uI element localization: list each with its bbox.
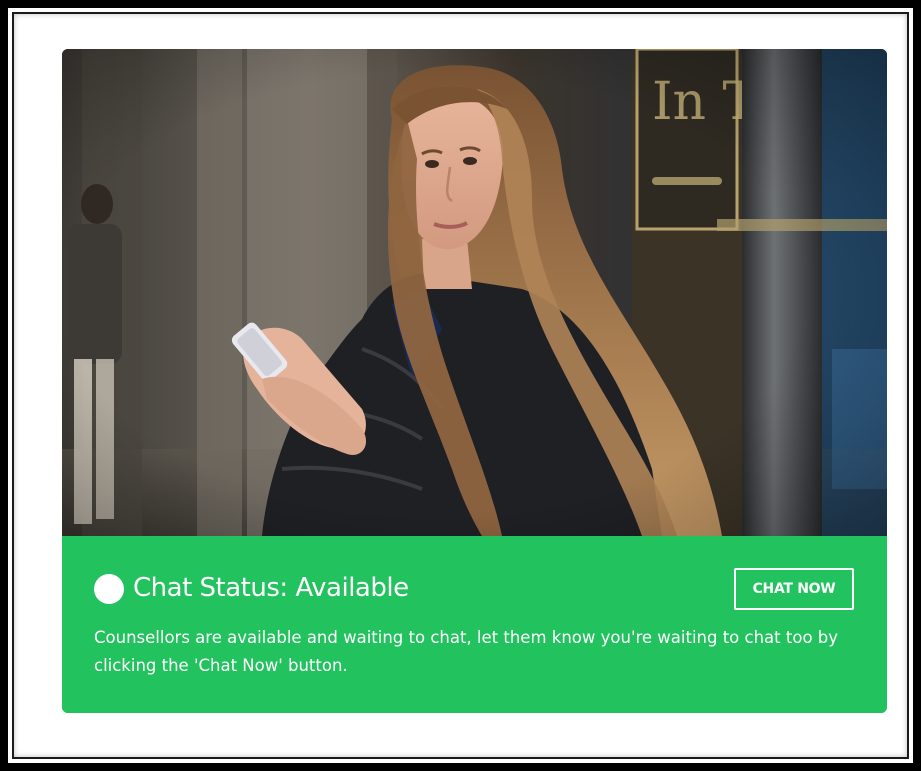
available-dot-icon: [94, 574, 124, 604]
chat-now-button[interactable]: CHAT NOW: [734, 568, 854, 610]
chat-status-title: Chat Status: Available: [133, 573, 409, 603]
hero-photo: In Th: [62, 49, 887, 536]
chat-status-description: Counsellors are available and waiting to…: [94, 628, 839, 675]
chat-status-panel: Chat Status: Available CHAT NOW Counsell…: [62, 536, 887, 713]
chat-status-card: In Th: [62, 49, 887, 713]
